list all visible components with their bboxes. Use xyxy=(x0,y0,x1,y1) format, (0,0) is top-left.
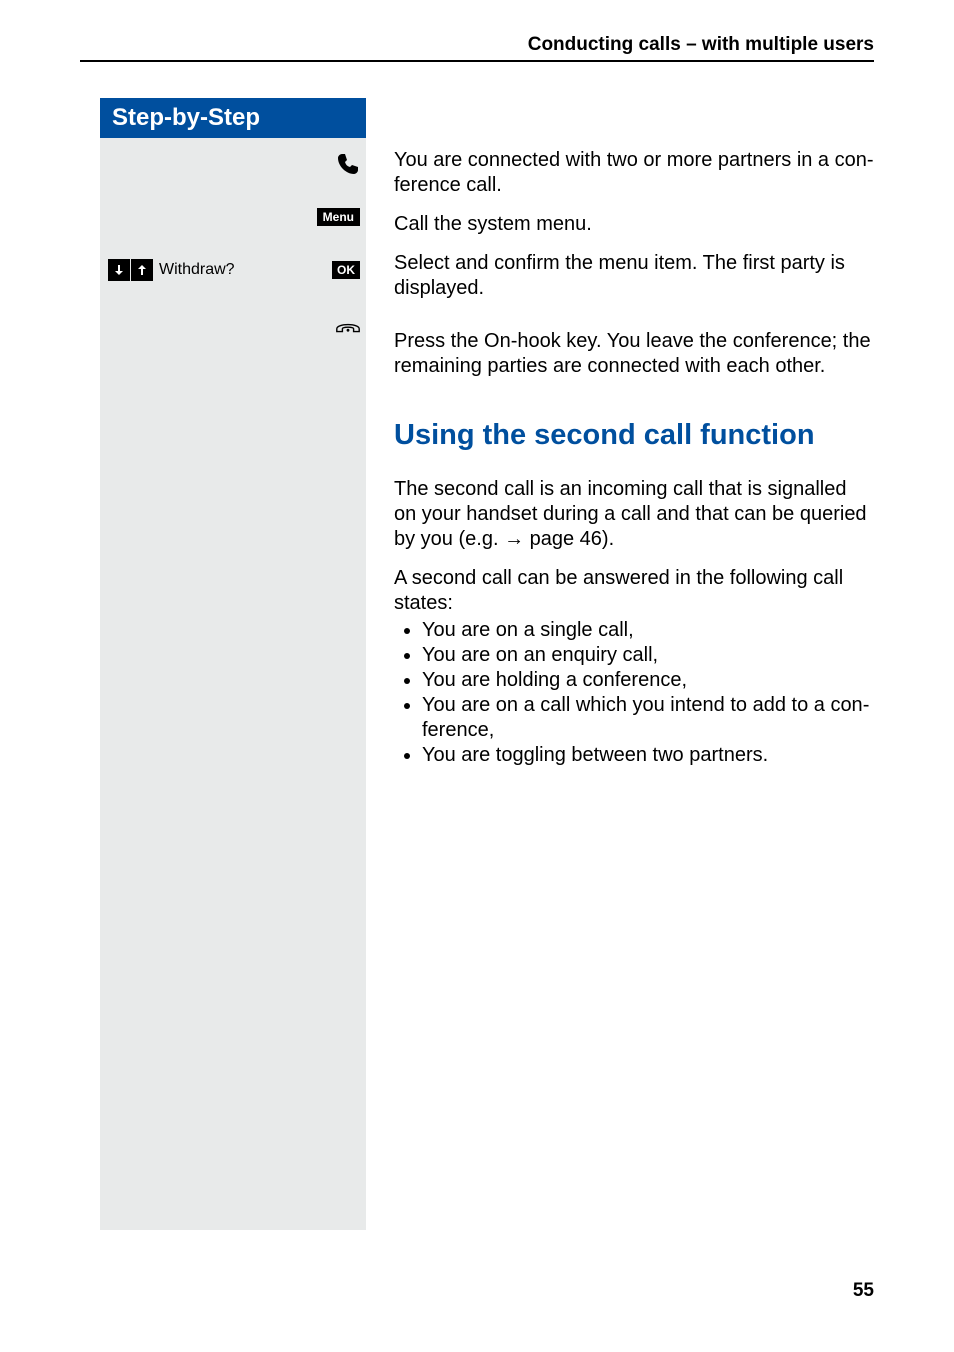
handset-offhook-icon xyxy=(336,152,360,181)
arrow-up-key[interactable] xyxy=(131,259,153,281)
step-by-step-banner: Step-by-Step xyxy=(100,98,366,138)
para-second-call-intro: The second call is an incoming call that… xyxy=(394,477,874,552)
handset-onhook-icon xyxy=(334,316,362,341)
sidebar-row-select: Withdraw? OK xyxy=(100,240,366,300)
arrow-down-key[interactable] xyxy=(108,259,130,281)
step-text-connected: You are connected with two or more partn… xyxy=(394,148,874,198)
ok-button[interactable]: OK xyxy=(332,261,360,279)
states-list: You are on a single call, You are on an … xyxy=(394,618,874,768)
header-rule xyxy=(80,60,874,62)
step-text-call-menu: Call the system menu. xyxy=(394,212,874,237)
sidebar-row-onhook xyxy=(100,300,366,356)
sidebar-row-offhook xyxy=(100,138,366,194)
step-text-select-confirm: Select and confirm the menu item. The fi… xyxy=(394,251,874,301)
intro-text-a: The second call is an incoming call that… xyxy=(394,478,867,550)
menu-button[interactable]: Menu xyxy=(317,208,360,226)
list-item: You are on a call which you intend to ad… xyxy=(422,693,874,743)
step-sidebar: Step-by-Step Menu Withdra xyxy=(100,98,366,1230)
list-item: You are on an enquiry call, xyxy=(422,643,874,668)
step-text-onhook: Press the On-hook key. You leave the con… xyxy=(394,329,874,379)
main-content: You are connected with two or more partn… xyxy=(394,148,874,768)
intro-text-b: page 46). xyxy=(524,528,614,550)
page-number: 55 xyxy=(853,1280,874,1302)
page-ref-arrow-icon: → xyxy=(504,528,524,550)
list-item: You are holding a conference, xyxy=(422,668,874,693)
para-states-lead: A second call can be answered in the fol… xyxy=(394,566,874,616)
sidebar-row-menu: Menu xyxy=(100,194,366,240)
list-item: You are on a single call, xyxy=(422,618,874,643)
menu-item-withdraw: Withdraw? xyxy=(159,261,324,279)
nav-arrow-keys xyxy=(108,259,153,281)
running-header: Conducting calls – with multiple users xyxy=(528,34,874,56)
section-title-second-call: Using the second call function xyxy=(394,417,874,453)
list-item: You are toggling between two partners. xyxy=(422,743,874,768)
